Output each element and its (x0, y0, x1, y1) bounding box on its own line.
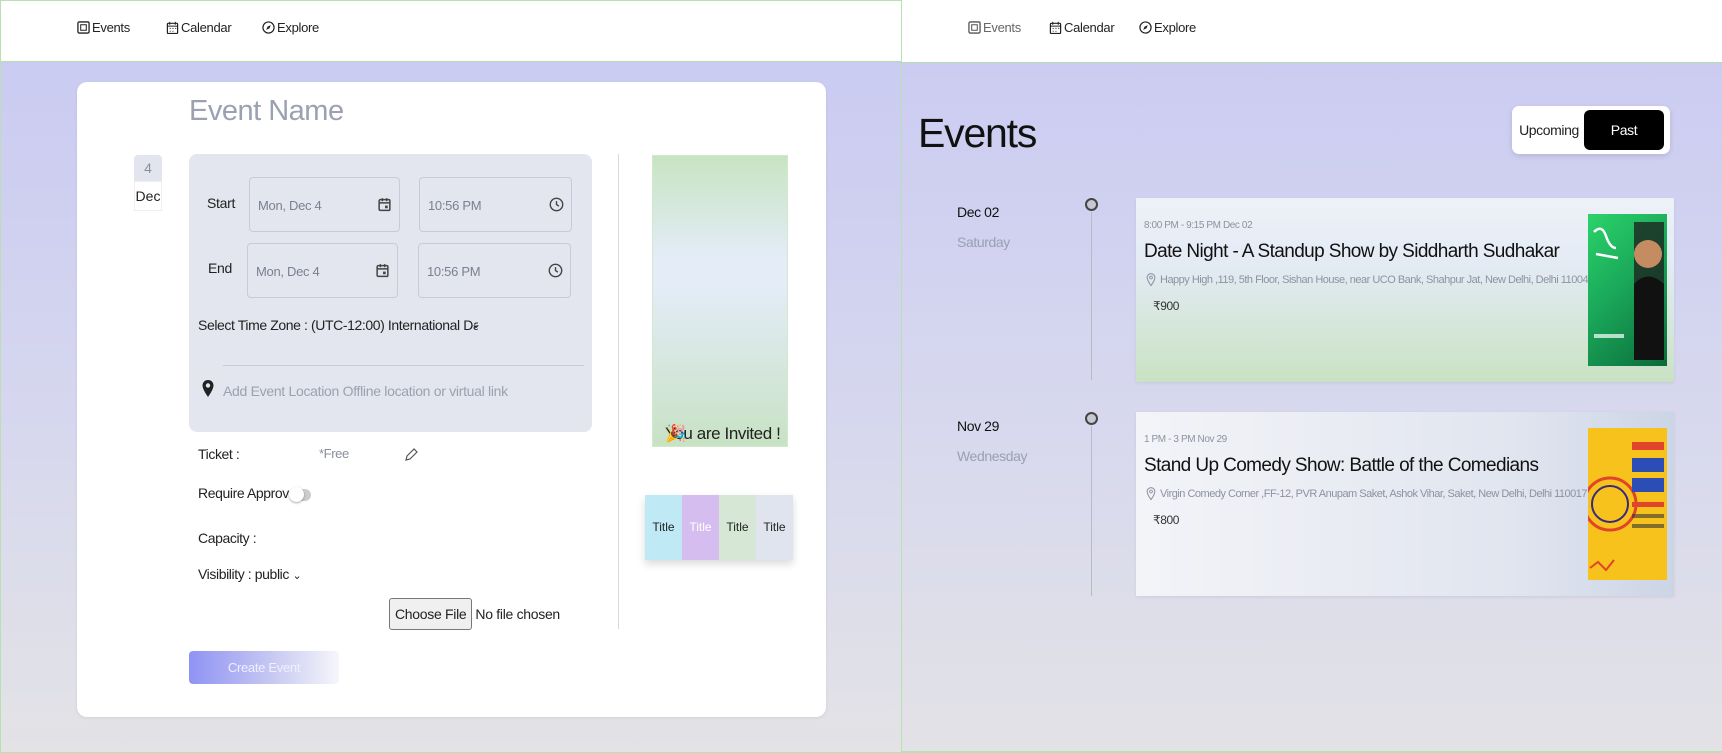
end-date-value: Mon, Dec 4 (256, 264, 320, 279)
timeline-line (1091, 212, 1092, 380)
date-badge-day: 4 (134, 155, 162, 181)
no-file-text: No file chosen (475, 606, 560, 622)
clock-icon[interactable] (549, 197, 564, 212)
event-filter-toggle: Upcoming Past (1512, 106, 1670, 154)
event-poster (1588, 428, 1667, 580)
location-divider (223, 365, 584, 366)
end-label: End (208, 260, 233, 276)
chevron-down-icon: ⌄ (292, 570, 302, 582)
page-title: Events (918, 110, 1037, 156)
event-price: ₹900 (1153, 299, 1180, 313)
event-title: Stand Up Comedy Show: Battle of the Come… (1144, 455, 1539, 476)
events-list-pane: Events Calendar Explore Events Upcoming … (902, 0, 1722, 753)
visibility-select[interactable]: Visibility : public ⌄ (198, 566, 302, 582)
nav-explore-label: Explore (1154, 20, 1196, 35)
nav-explore-label: Explore (277, 20, 319, 35)
event-card[interactable]: 1 PM - 3 PM Nov 29 Stand Up Comedy Show:… (1136, 412, 1674, 596)
nav-events[interactable]: Events (77, 20, 130, 35)
timeline-dot (1085, 412, 1098, 425)
nav-explore[interactable]: Explore (262, 20, 319, 35)
timeline-dot (1085, 198, 1098, 211)
event-day: Wednesday (957, 448, 1028, 464)
start-date-value: Mon, Dec 4 (258, 198, 322, 213)
event-time: 1 PM - 3 PM Nov 29 (1144, 434, 1227, 445)
calendar-icon (166, 21, 179, 34)
timezone-value: (UTC-12:00) International Date Line West (311, 317, 478, 333)
vertical-divider (618, 154, 619, 629)
event-location-text: Virgin Comedy Corner ,FF-12, PVR Anupam … (1160, 488, 1588, 500)
date-badge: 4 Dec (134, 155, 162, 211)
invite-preview: You are Invited ! 🎉 (652, 155, 788, 447)
clock-icon[interactable] (548, 263, 563, 278)
pencil-icon[interactable] (404, 446, 418, 462)
location-input[interactable]: Add Event Location Offline location or v… (223, 383, 508, 399)
timeline-line (1091, 426, 1092, 596)
theme-swatches: Title Title Title Title (645, 495, 793, 560)
choose-file-button[interactable]: Choose File (389, 598, 473, 630)
capacity-label: Capacity : (198, 530, 257, 546)
event-card[interactable]: 8:00 PM - 9:15 PM Dec 02 Date Night - A … (1136, 198, 1674, 382)
event-date: Nov 29 (957, 418, 999, 434)
theme-swatch[interactable]: Title (682, 495, 719, 560)
create-event-button[interactable]: Create Event (189, 651, 339, 684)
nav-calendar[interactable]: Calendar (166, 20, 232, 35)
approval-toggle[interactable] (289, 487, 311, 502)
end-time-value: 10:56 PM (427, 264, 481, 279)
ticket-label: Ticket : (198, 446, 240, 462)
end-time-field[interactable]: 10:56 PM (418, 243, 571, 298)
chevron-down-icon[interactable]: ⌄ (471, 317, 481, 331)
event-poster-art (1593, 222, 1664, 360)
party-popper-icon: 🎉 (665, 424, 686, 443)
nav-calendar-label: Calendar (181, 20, 232, 35)
event-poster-art (1588, 442, 1664, 572)
nav-explore[interactable]: Explore (1139, 20, 1196, 35)
tab-past[interactable]: Past (1584, 110, 1664, 150)
map-pin-icon (1146, 487, 1156, 501)
theme-swatch[interactable]: Title (719, 495, 756, 560)
visibility-label: Visibility : public (198, 566, 289, 582)
compass-icon (262, 21, 275, 34)
file-upload: Choose File No file chosen (389, 598, 560, 630)
top-nav: Events Calendar Explore (1, 1, 901, 62)
start-label: Start (207, 195, 236, 211)
event-date: Dec 02 (957, 204, 999, 220)
start-date-field[interactable]: Mon, Dec 4 (249, 177, 400, 232)
nav-events-label: Events (92, 20, 130, 35)
event-price: ₹800 (1153, 513, 1180, 527)
event-title: Date Night - A Standup Show by Siddharth… (1144, 241, 1560, 262)
event-location: Virgin Comedy Corner ,FF-12, PVR Anupam … (1146, 487, 1588, 501)
ticket-value: *Free (319, 446, 349, 461)
calendar-picker-icon[interactable] (375, 263, 390, 278)
event-time: 8:00 PM - 9:15 PM Dec 02 (1144, 220, 1253, 231)
compass-icon (1139, 21, 1152, 34)
start-time-value: 10:56 PM (428, 198, 482, 213)
event-day: Saturday (957, 234, 1010, 250)
end-date-field[interactable]: Mon, Dec 4 (247, 243, 398, 298)
create-event-card: Event Name 4 Dec Start Mon, Dec 4 10:56 … (77, 82, 826, 717)
event-location-text: Happy High ,119, 5th Floor, Sishan House… (1160, 274, 1594, 286)
datetime-box: Start Mon, Dec 4 10:56 PM End Mon, Dec 4… (189, 154, 592, 432)
map-pin-icon (1146, 273, 1156, 287)
calendar-picker-icon[interactable] (377, 197, 392, 212)
nav-events[interactable]: Events (968, 20, 1021, 35)
tab-upcoming[interactable]: Upcoming (1517, 110, 1581, 150)
calendar-icon (1049, 21, 1062, 34)
event-location: Happy High ,119, 5th Floor, Sishan House… (1146, 273, 1594, 287)
nav-calendar[interactable]: Calendar (1049, 20, 1115, 35)
timezone-select[interactable]: Select Time Zone : (UTC-12:00) Internati… (198, 317, 478, 333)
ticket-icon (77, 21, 90, 34)
create-event-pane: Events Calendar Explore Event Name 4 Dec… (0, 0, 902, 753)
nav-events-label: Events (983, 20, 1021, 35)
theme-swatch[interactable]: Title (645, 495, 682, 560)
event-poster (1588, 214, 1667, 366)
start-time-field[interactable]: 10:56 PM (419, 177, 572, 232)
top-nav: Events Calendar Explore (902, 0, 1722, 63)
ticket-icon (968, 21, 981, 34)
nav-calendar-label: Calendar (1064, 20, 1115, 35)
event-name-input[interactable]: Event Name (189, 95, 344, 128)
theme-swatch[interactable]: Title (756, 495, 793, 560)
map-pin-icon (202, 380, 214, 397)
timezone-label: Select Time Zone : (198, 317, 308, 333)
date-badge-month: Dec (134, 181, 162, 211)
